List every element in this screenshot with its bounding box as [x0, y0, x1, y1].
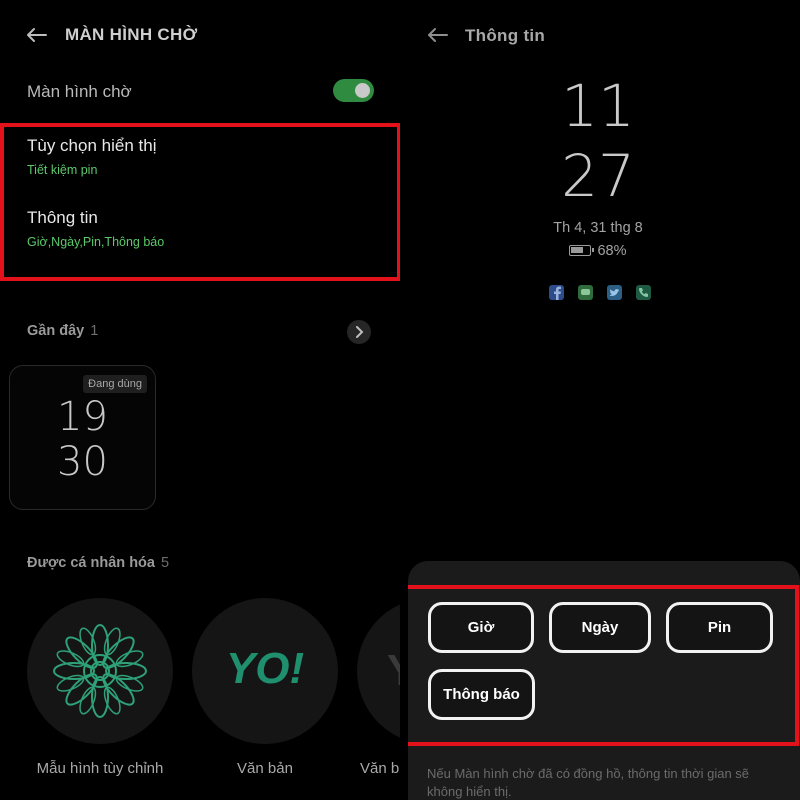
info-settings-screen: Thông tin 11 27 Th 4, 31 thg 8 68% Giờ N…	[408, 0, 800, 800]
preview-date: Th 4, 31 thg 8	[553, 220, 643, 236]
recent-more-button[interactable]	[347, 320, 371, 344]
recent-title: Gần đây	[27, 323, 85, 339]
personalized-title: Được cá nhân hóa	[27, 555, 155, 571]
in-use-badge: Đang dùng	[83, 375, 147, 393]
text-style-2-label: Văn b	[360, 760, 400, 777]
date-option-chip[interactable]: Ngày	[549, 602, 651, 653]
always-on-display-screen: MÀN HÌNH CHỜ Màn hình chờ Tùy chọn hiển …	[0, 0, 400, 800]
battery-fill	[571, 247, 584, 253]
info-value: Giờ,Ngày,Pin,Thông báo	[27, 235, 165, 249]
text-style-label: Văn bản	[237, 760, 293, 777]
display-options-label[interactable]: Tùy chọn hiển thị	[27, 136, 156, 156]
battery-percent: 68%	[597, 243, 627, 259]
info-label[interactable]: Thông tin	[27, 208, 98, 228]
text-style[interactable]: YO!	[192, 598, 338, 744]
custom-pattern-label: Mẫu hình tùy chỉnh	[36, 760, 164, 777]
display-options-value: Tiết kiệm pin	[27, 163, 98, 177]
recent-clock-card[interactable]: Đang dùng 19 30	[9, 365, 156, 510]
back-arrow-icon[interactable]	[25, 27, 47, 43]
preview-battery: 68%	[408, 243, 788, 259]
toggle-knob	[355, 83, 370, 98]
card-hour: 19	[57, 394, 108, 440]
page-title: Thông tin	[465, 26, 546, 45]
aod-toggle-label: Màn hình chờ	[27, 82, 132, 101]
custom-pattern-style[interactable]	[27, 598, 173, 744]
text-style-art: YO!	[225, 644, 305, 693]
text-style-2[interactable]: Y	[357, 598, 400, 744]
text-style-2-art: Y	[387, 646, 400, 696]
recent-count: 1	[90, 323, 99, 339]
back-arrow-icon[interactable]	[426, 27, 448, 43]
phone-icon	[636, 285, 651, 300]
messages-icon	[578, 285, 593, 300]
mandala-icon	[53, 624, 147, 718]
battery-option-chip[interactable]: Pin	[666, 602, 773, 653]
preview-minute: 27	[561, 142, 635, 210]
notifications-option-chip[interactable]: Thông báo	[428, 669, 535, 720]
info-footnote: Nếu Màn hình chờ đã có đồng hồ, thông ti…	[427, 766, 750, 799]
facebook-icon	[549, 285, 564, 300]
card-minute: 30	[57, 439, 108, 485]
aod-toggle[interactable]	[333, 79, 374, 102]
page-title: MÀN HÌNH CHỜ	[65, 25, 198, 44]
personalized-section-title: Được cá nhân hóa 5	[27, 555, 169, 571]
time-option-chip[interactable]: Giờ	[428, 602, 534, 653]
recent-section-title: Gần đây 1	[27, 323, 98, 339]
twitter-icon	[607, 285, 622, 300]
preview-hour: 11	[561, 72, 635, 140]
battery-icon	[569, 245, 595, 256]
chevron-right-icon	[356, 326, 364, 338]
personalized-count: 5	[160, 555, 170, 571]
